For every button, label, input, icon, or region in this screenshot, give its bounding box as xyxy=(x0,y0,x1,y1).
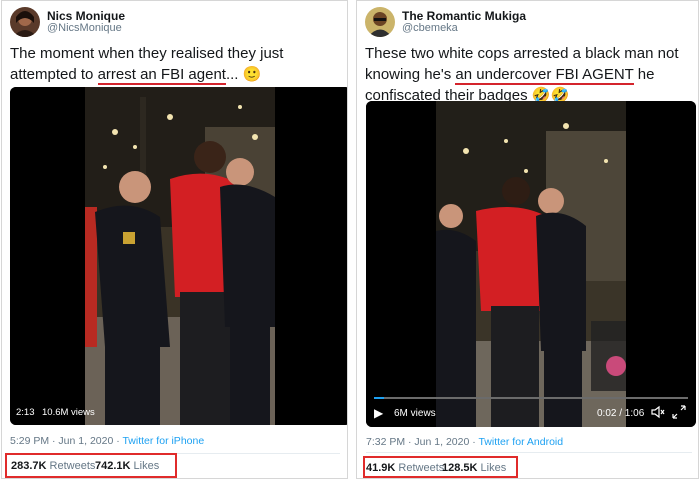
retweets-label: Retweets xyxy=(49,460,96,472)
likes-stat[interactable]: 742.1K Likes xyxy=(95,460,159,472)
display-name[interactable]: The Romantic Mukiga xyxy=(402,9,526,23)
tweet-card-nics-monique: Nics Monique @NicsMonique The moment whe… xyxy=(1,0,348,479)
video-frame xyxy=(10,87,347,425)
source-link[interactable]: Twitter for Android xyxy=(478,436,563,448)
retweets-count: 41.9K xyxy=(366,462,396,474)
tweet-text-part: ... xyxy=(225,66,243,83)
user-handle[interactable]: @cbemeka xyxy=(402,22,458,34)
video-duration: 2:13 xyxy=(16,407,35,418)
timestamp-text: 7:32 PM · Jun 1, 2020 · xyxy=(366,436,479,448)
highlighted-phrase: an undercover FBI AGENT xyxy=(455,66,634,85)
tweet-text: The moment when they realised they just … xyxy=(10,43,340,85)
retweets-stat[interactable]: 283.7K Retweets xyxy=(11,460,95,472)
likes-count: 128.5K xyxy=(442,462,478,474)
likes-label: Likes xyxy=(133,460,160,472)
display-name[interactable]: Nics Monique xyxy=(47,9,125,23)
likes-stat[interactable]: 128.5K Likes xyxy=(442,462,506,474)
highlighted-phrase: arrest an FBI agent xyxy=(97,66,226,85)
emoji: 🙂 xyxy=(242,66,262,83)
tweet-card-romantic-mukiga: The Romantic Mukiga @cbemeka These two w… xyxy=(356,0,699,479)
retweets-stat[interactable]: 41.9K Retweets xyxy=(366,462,444,474)
source-link[interactable]: Twitter for iPhone xyxy=(122,435,204,447)
avatar[interactable] xyxy=(10,7,40,37)
avatar[interactable] xyxy=(365,7,395,37)
video-player[interactable]: ▶ 6M views 0:02 / 1:06 xyxy=(366,101,696,427)
likes-count: 742.1K xyxy=(95,460,131,472)
fullscreen-icon[interactable] xyxy=(672,405,686,422)
likes-label: Likes xyxy=(480,462,507,474)
divider xyxy=(366,452,692,453)
video-views: 10.6M views xyxy=(42,407,95,418)
retweets-label: Retweets xyxy=(398,462,445,474)
video-progress: 0:02 / 1:06 xyxy=(597,408,645,419)
video-views: 6M views xyxy=(394,408,436,419)
timestamp-text: 5:29 PM · Jun 1, 2020 · xyxy=(10,435,123,447)
user-handle[interactable]: @NicsMonique xyxy=(47,22,122,34)
tweet-timestamp: 5:29 PM · Jun 1, 2020 · Twitter for iPho… xyxy=(10,435,204,447)
tweet-timestamp: 7:32 PM · Jun 1, 2020 · Twitter for Andr… xyxy=(366,436,563,448)
retweets-count: 283.7K xyxy=(11,460,47,472)
video-frame xyxy=(366,101,696,427)
play-icon[interactable]: ▶ xyxy=(374,406,383,420)
volume-muted-icon[interactable] xyxy=(651,405,665,422)
tweet-text: These two white cops arrested a black ma… xyxy=(365,43,695,106)
video-player[interactable]: 2:13 10.6M views xyxy=(10,87,347,425)
